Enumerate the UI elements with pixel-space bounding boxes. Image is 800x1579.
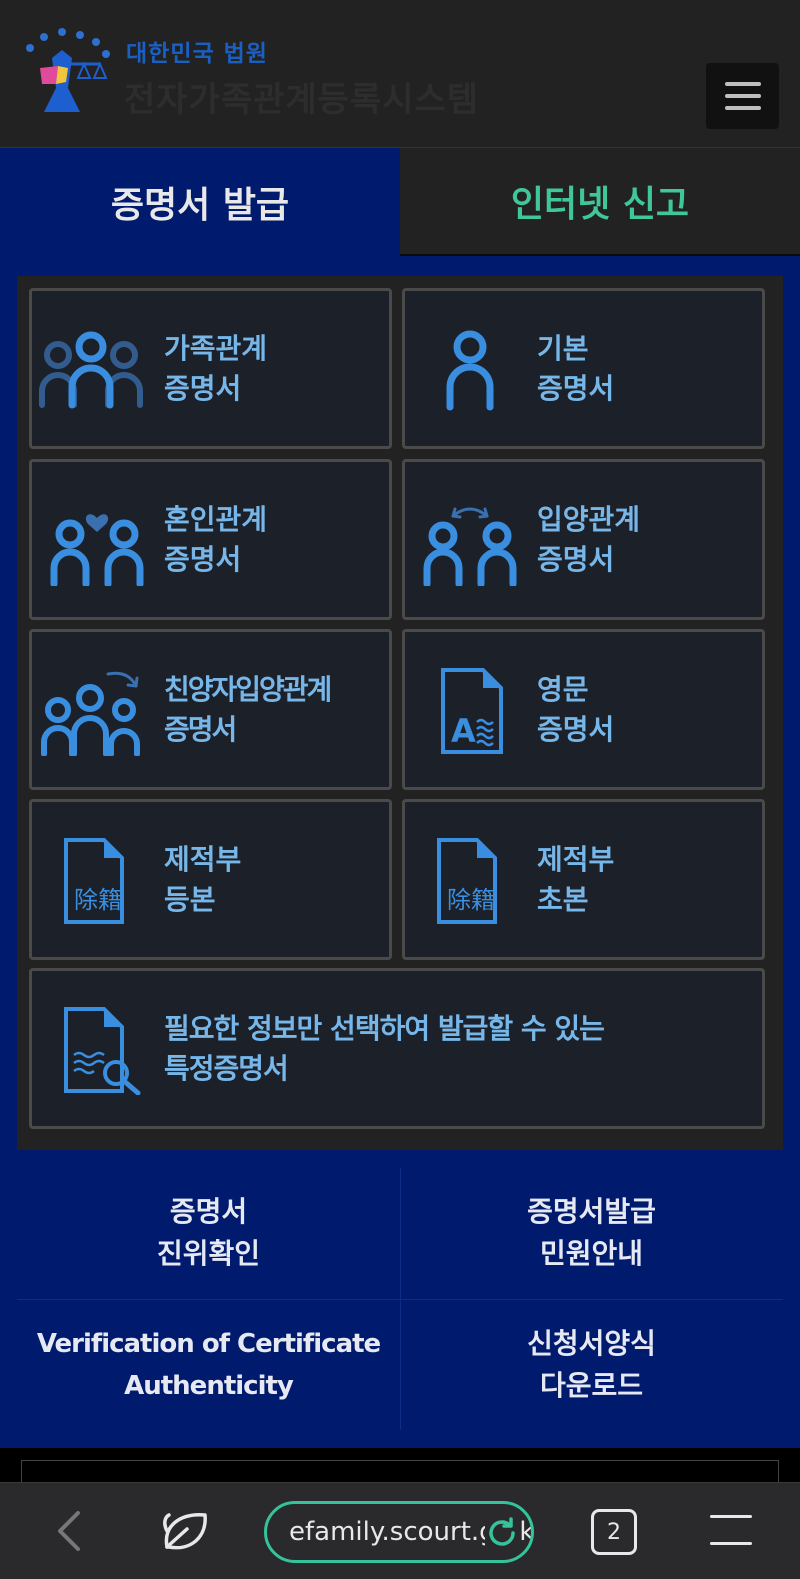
leaf-icon[interactable]	[157, 1503, 213, 1559]
card-label: 혼인관계 증명서	[164, 503, 268, 576]
system-name[interactable]: 전자가족관계등록시스템	[124, 72, 479, 121]
quick-links: 증명서 진위확인 증명서발급 민원안내 Verification of Cert…	[17, 1168, 783, 1430]
svg-text:除籍: 除籍	[447, 886, 495, 914]
card-label: 제적부 등본	[164, 843, 242, 916]
card-adoption-relation-certificate[interactable]: 입양관계 증명서	[402, 459, 765, 620]
card-label: 필요한 정보만 선택하여 발급할 수 있는 특정증명서	[164, 1012, 605, 1085]
site-header: 대한민국 법원 전자가족관계등록시스템	[0, 0, 800, 148]
card-basic-certificate[interactable]: 기본 증명서	[402, 288, 765, 449]
url-bar[interactable]: efamily.scourt.go.kr	[264, 1501, 534, 1563]
card-removed-register-transcript[interactable]: 除籍 제적부 등본	[29, 799, 392, 960]
reload-icon[interactable]	[485, 1516, 521, 1550]
removed-register-document-icon: 除籍	[42, 836, 152, 926]
link-issue-guide[interactable]: 증명서발급 민원안내	[400, 1168, 783, 1298]
browser-toolbar: efamily.scourt.go.kr 2	[0, 1482, 800, 1579]
link-form-download[interactable]: 신청서양식 다운로드	[400, 1300, 783, 1430]
card-full-adoption-relation-certificate[interactable]: 친양자입양관계 증명서	[29, 629, 392, 790]
svg-text:除籍: 除籍	[74, 886, 122, 914]
link-certificate-verification[interactable]: 증명서 진위확인	[17, 1168, 400, 1298]
org-name: 대한민국 법원	[126, 41, 268, 67]
adoption-icon	[415, 496, 525, 586]
card-label: 입양관계 증명서	[537, 503, 641, 576]
card-label: 친양자입양관계 증명서	[164, 673, 332, 746]
person-icon	[415, 325, 525, 415]
card-english-certificate[interactable]: A 영문 증명서	[402, 629, 765, 790]
family-icon	[36, 325, 146, 415]
svg-text:A: A	[451, 712, 476, 750]
browser-menu-icon[interactable]	[710, 1515, 752, 1545]
hamburger-menu-button[interactable]	[706, 63, 779, 129]
card-family-relation-certificate[interactable]: 가족관계 증명서	[29, 288, 392, 449]
menu-bar	[724, 82, 761, 86]
menu-bar	[724, 106, 761, 110]
card-removed-register-abstract[interactable]: 除籍 제적부 초본	[402, 799, 765, 960]
removed-register-document-icon: 除籍	[415, 836, 525, 926]
link-verification-english[interactable]: Verification of Certificate Authenticity	[17, 1300, 400, 1430]
menu-bar	[710, 1542, 752, 1545]
menu-bar	[710, 1515, 752, 1518]
main-tabs: 증명서 발급 인터넷 신고	[0, 148, 800, 256]
footer-box	[21, 1460, 779, 1482]
tab-internet-report[interactable]: 인터넷 신고	[400, 148, 800, 254]
court-emblem-icon[interactable]	[22, 28, 114, 114]
card-specific-certificate[interactable]: 필요한 정보만 선택하여 발급할 수 있는 특정증명서	[29, 968, 765, 1129]
card-label: 기본 증명서	[537, 332, 615, 405]
card-label: 제적부 초본	[537, 843, 615, 916]
menu-bar	[724, 94, 761, 98]
family-adoption-icon	[36, 666, 146, 756]
back-arrow-icon[interactable]	[46, 1503, 96, 1559]
english-document-icon: A	[415, 666, 525, 756]
card-label: 영문 증명서	[537, 673, 615, 746]
certificate-grid: 가족관계 증명서 기본 증명서 혼인관계 증명서 입양관계 증명서 친양자입양관…	[17, 276, 783, 1150]
document-search-icon	[42, 1005, 152, 1095]
tab-count-button[interactable]: 2	[591, 1509, 637, 1555]
card-marriage-relation-certificate[interactable]: 혼인관계 증명서	[29, 459, 392, 620]
couple-heart-icon	[42, 496, 152, 586]
card-label: 가족관계 증명서	[164, 332, 268, 405]
tab-certificate-issue[interactable]: 증명서 발급	[0, 148, 400, 256]
